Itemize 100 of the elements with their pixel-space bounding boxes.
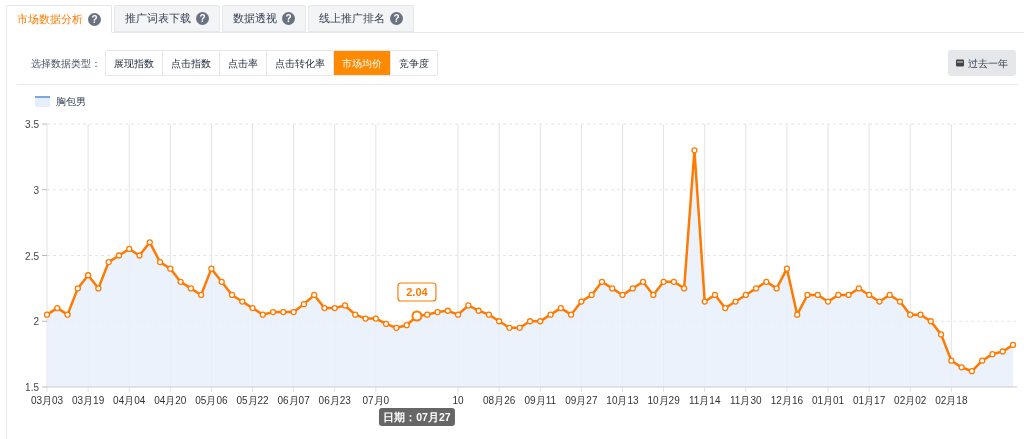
data-point [650,291,657,299]
data-point [269,308,277,316]
data-point [54,304,61,312]
data-point [424,311,431,318]
data-point [855,285,862,292]
data-point [968,368,976,375]
data-point [198,291,205,299]
help-icon: ? [282,12,295,25]
legend-label: 胸包男 [56,95,86,109]
type-option[interactable]: 竞争度 [390,51,437,75]
data-point [948,357,955,364]
x-tick-label: 02月18 [935,395,968,406]
data-point [557,304,564,312]
data-point [681,285,688,292]
data-point [249,304,256,312]
data-point [496,318,503,325]
data-point [763,278,770,285]
filter-label: 选择数据类型： [31,56,101,71]
data-point [485,311,493,318]
data-point [824,298,832,305]
data-point [701,298,708,305]
data-point [609,285,616,292]
data-point [907,311,914,318]
data-point [74,285,81,292]
x-tick-label: 10月13 [606,395,639,406]
data-point [177,278,184,285]
data-point [629,285,636,292]
x-tick-label: 04月04 [113,395,146,406]
period-button[interactable]: 过去一年 [948,50,1016,76]
tab[interactable]: 推广词表下载 ? [114,5,220,32]
data-point [619,291,626,299]
x-tick-label: 09月27 [565,395,598,406]
data-point [732,298,739,305]
x-tick-label: 10 [452,395,464,406]
data-point [927,318,934,325]
data-point [115,252,123,259]
x-tick-label: 01月17 [853,395,886,406]
data-point [958,364,965,371]
data-point [670,278,677,285]
x-tick-label: 09月11 [524,395,557,406]
data-point [218,278,225,285]
x-tick-label: 12月16 [770,395,804,406]
x-tick-label: 10月29 [647,395,680,406]
data-point [383,320,390,328]
data-point [136,252,143,259]
data-point [321,304,328,312]
data-point [866,291,873,299]
data-point [999,348,1006,355]
data-point [876,298,883,305]
data-point [814,291,821,299]
data-point [537,318,544,325]
x-tick-label: 05月06 [195,395,228,406]
data-point [979,357,986,364]
calendar-icon [956,59,964,67]
data-point [208,265,215,272]
data-point [794,311,801,318]
data-point [444,307,451,314]
data-point [393,324,400,331]
data-point [660,278,667,285]
data-point [526,318,534,325]
data-point [465,302,472,309]
hover-point [411,310,423,322]
x-tick-label: 06月23 [318,395,351,406]
y-tick-label: 3.5 [25,119,39,130]
help-icon: ? [88,12,101,26]
data-point [280,308,287,316]
x-tick-label: 11月14 [688,395,721,406]
data-point [475,307,482,314]
help-icon: ? [196,12,209,25]
data-point [403,322,410,329]
data-point [896,298,904,305]
data-point [639,278,647,285]
data-point [722,304,729,312]
date-tooltip: 日期：07月27 [378,408,455,426]
data-point [1009,341,1017,349]
data-point [752,285,760,292]
data-point [516,324,523,331]
data-point [352,311,359,318]
x-tick-label: 05月22 [236,395,269,406]
annotation: 2.04 [406,285,429,298]
data-point [506,324,513,331]
data-point [691,147,698,154]
data-point [372,315,379,322]
data-point [989,351,996,358]
data-point [434,308,441,316]
tab[interactable]: 市场数据分析 ? [6,5,112,33]
tab[interactable]: 线上推广排名 ? [308,5,414,32]
y-tick-label: 2.5 [25,250,39,262]
x-tick-label: 03月19 [72,395,105,406]
x-tick-label: 03月03 [30,395,64,406]
x-tick-label: 04月20 [154,395,187,406]
data-point [105,258,112,266]
x-tick-label: 07月0 [362,395,390,406]
data-point [783,265,791,272]
tab[interactable]: 数据透视 ? [222,5,306,32]
data-point [742,291,749,299]
x-tick-label: 02月02 [894,395,927,406]
data-point [156,258,164,266]
data-point [886,291,893,299]
data-point [311,291,318,299]
